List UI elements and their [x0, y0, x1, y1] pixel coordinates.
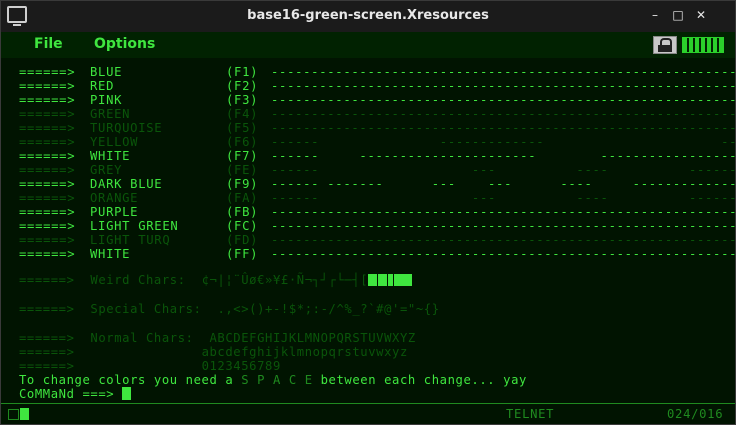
row-color-name: WHITE	[90, 247, 131, 261]
row-function-key: (F4)	[226, 107, 259, 121]
row-pattern: ----------------------------------------…	[271, 93, 736, 107]
row-pattern: ------ --- ---- --------	[271, 163, 736, 177]
row-pattern: ----------------------------------------…	[271, 219, 736, 233]
row-arrow: ======>	[19, 149, 76, 163]
row-arrow: ======>	[19, 163, 76, 177]
row-color-name: GREEN	[90, 107, 131, 121]
row-arrow: ======>	[19, 205, 76, 219]
special-chars-value: .,<>()+-!$*;:-/^%_?`#@'="~{}	[217, 302, 440, 316]
window-title: base16-green-screen.Xresources	[247, 8, 489, 23]
normal-chars-upper: ABCDEFGHIJKLMNOPQRSTUVWXYZ	[209, 331, 416, 345]
title-bar[interactable]: base16-green-screen.Xresources – □ ✕	[1, 1, 735, 32]
row-pattern: ----------------------------------------…	[271, 233, 736, 247]
row-pattern: ----------------------------------------…	[271, 121, 736, 135]
row-function-key: (F2)	[226, 79, 259, 93]
message-before: To change colors you need a	[19, 373, 242, 387]
row-color-name: LIGHT TURQ	[90, 233, 171, 247]
row-color-name: WHITE	[90, 149, 131, 163]
row-pattern: ----------------------------------------…	[271, 247, 736, 261]
row-pattern: ------ ------------- ----	[271, 135, 736, 149]
row-arrow: ======>	[19, 219, 76, 233]
row-color-name: DARK BLUE	[90, 177, 163, 191]
row-arrow: ======>	[19, 79, 76, 93]
keyboard-lock-icon[interactable]	[653, 36, 677, 54]
terminal-window: base16-green-screen.Xresources – □ ✕ Fil…	[0, 0, 736, 425]
row-arrow: ======>	[19, 135, 76, 149]
message-space: S P A C E	[241, 373, 313, 387]
weird-chars-row: ======> Weird Chars: ¢¬|¦¨Ûø€»¥£·Ñ¬┐┘┌└─…	[19, 273, 413, 289]
row-function-key: (F1)	[226, 65, 259, 79]
row-pattern: ------ ---------------------- ----------…	[271, 149, 736, 163]
normal-chars-row: ======> Normal Chars: ABCDEFGHIJKLMNOPQR…	[19, 331, 416, 345]
status-mode: TELNET	[506, 407, 555, 421]
row-function-key: (FB)	[226, 205, 259, 219]
command-line[interactable]: CoMMaNd ===>	[19, 387, 132, 401]
maximize-button[interactable]: □	[671, 8, 685, 22]
row-function-key: (FE)	[226, 163, 259, 177]
row-function-key: (FA)	[226, 191, 259, 205]
row-arrow: ======>	[19, 107, 76, 121]
row-function-key: (F5)	[226, 121, 259, 135]
row-function-key: (F3)	[226, 93, 259, 107]
special-chars-label: ======> Special Chars:	[19, 302, 202, 316]
row-arrow: ======>	[19, 65, 76, 79]
normal-chars-label: ======> Normal Chars:	[19, 331, 194, 345]
message-line: To change colors you need a S P A C E be…	[19, 373, 527, 387]
row-arrow: ======>	[19, 191, 76, 205]
row-arrow: ======>	[19, 177, 76, 191]
minimize-button[interactable]: –	[648, 8, 662, 22]
weird-chars-blocks	[368, 274, 413, 289]
normal-chars-lower: abcdefghijklmnopqrstuvwxyz	[201, 345, 408, 359]
special-chars-row: ======> Special Chars: .,<>()+-!$*;:-/^%…	[19, 302, 440, 316]
menu-bar: File Options	[1, 32, 735, 58]
status-block-icon	[20, 408, 29, 420]
row-pattern: ------ ------- --- --- ---- ------------…	[271, 177, 736, 191]
row-color-name: RED	[90, 79, 115, 93]
close-button[interactable]: ✕	[694, 8, 708, 22]
connection-icon	[8, 409, 19, 420]
row-pattern: ----------------------------------------…	[271, 65, 736, 79]
row-function-key: (FC)	[226, 219, 259, 233]
row-color-name: PURPLE	[90, 205, 139, 219]
row-arrow: ======>	[19, 233, 76, 247]
normal-chars-arrow-3: ======>	[19, 359, 75, 373]
message-after: between each change... yay	[312, 373, 527, 387]
row-function-key: (F6)	[226, 135, 259, 149]
row-color-name: GREY	[90, 163, 123, 177]
row-function-key: (FD)	[226, 233, 259, 247]
cursor-position: 024/016	[667, 407, 724, 421]
text-cursor	[122, 387, 132, 400]
normal-chars-row-2: ======> abcdefghijklmnopqrstuvwxyz	[19, 345, 408, 359]
keypad-icon[interactable]	[682, 37, 724, 53]
normal-chars-row-3: ======> 0123456789	[19, 359, 281, 373]
row-color-name: YELLOW	[90, 135, 139, 149]
row-function-key: (F7)	[226, 149, 259, 163]
row-pattern: ----------------------------------------…	[271, 79, 736, 93]
row-pattern: ------ --- ---- --------	[271, 191, 736, 205]
row-color-name: LIGHT GREEN	[90, 219, 179, 233]
normal-chars-digits: 0123456789	[201, 359, 281, 373]
row-arrow: ======>	[19, 247, 76, 261]
weird-chars-label: ======> Weird Chars:	[19, 273, 186, 287]
row-arrow: ======>	[19, 93, 76, 107]
normal-chars-arrow-2: ======>	[19, 345, 75, 359]
status-bar: TELNET 024/016	[1, 403, 735, 424]
weird-chars-value: ¢¬|¦¨Ûø€»¥£·Ñ¬┐┘┌└─┤[	[201, 273, 369, 287]
menu-file[interactable]: File	[34, 36, 63, 52]
command-prompt: CoMMaNd ===>	[19, 387, 115, 401]
row-arrow: ======>	[19, 121, 76, 135]
row-pattern: ----------------------------------------…	[271, 107, 736, 121]
terminal-screen[interactable]: ======> BLUE (F1) -------------------------…	[1, 58, 735, 403]
row-color-name: ORANGE	[90, 191, 139, 205]
row-function-key: (F9)	[226, 177, 259, 191]
row-color-name: TURQUOISE	[90, 121, 163, 135]
row-color-name: BLUE	[90, 65, 123, 79]
row-color-name: PINK	[90, 93, 123, 107]
menu-options[interactable]: Options	[94, 36, 155, 52]
row-function-key: (FF)	[226, 247, 259, 261]
row-pattern: ----------------------------------------…	[271, 205, 736, 219]
